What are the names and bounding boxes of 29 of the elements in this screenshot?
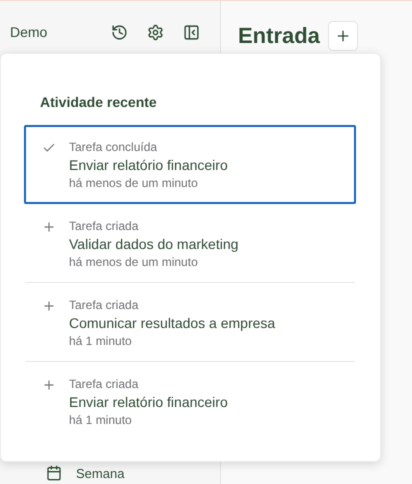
popover-title: Atividade recente <box>39 93 158 112</box>
activity-action: Tarefa concluída <box>69 139 158 155</box>
task-name: Validar dados do marketing <box>69 235 238 254</box>
activity-item[interactable]: Tarefa concluída Enviar relatório financeiro há menos de um minuto <box>24 125 356 204</box>
activity-time: há menos de um minuto <box>69 254 199 270</box>
task-name: Enviar relatório financeiro <box>69 156 228 175</box>
settings-icon[interactable] <box>147 24 164 40</box>
add-button[interactable] <box>328 21 358 51</box>
task-name: Comunicar resultados a empresa <box>69 314 276 333</box>
plus-icon <box>42 378 56 392</box>
sidebar-toggle-icon[interactable] <box>183 24 200 40</box>
activity-item[interactable]: Tarefa criada Validar dados do marketing há menos de um minuto <box>24 204 356 283</box>
plus-icon <box>42 299 56 313</box>
history-icon[interactable] <box>111 24 128 40</box>
workspace-name: Demo <box>10 22 48 42</box>
activity-time: há 1 minuto <box>69 333 133 349</box>
activity-time: há 1 minuto <box>69 412 133 428</box>
activity-item[interactable]: Tarefa criada Comunicar resultados a empresa há 1 minuto <box>24 283 356 362</box>
sidebar-item[interactable]: Semana <box>0 463 220 483</box>
calendar-icon <box>46 465 62 481</box>
page-title: Entrada <box>238 23 320 49</box>
plus-icon <box>42 220 56 234</box>
plus-icon <box>334 28 351 44</box>
activity-time: há menos de um minuto <box>69 175 199 191</box>
activity-action: Tarefa criada <box>69 218 140 234</box>
activity-action: Tarefa criada <box>69 376 140 392</box>
activity-item[interactable]: Tarefa criada Enviar relatório financeiro há 1 minuto <box>24 362 356 441</box>
activity-action: Tarefa criada <box>69 297 140 313</box>
task-name: Enviar relatório financeiro <box>69 393 228 412</box>
